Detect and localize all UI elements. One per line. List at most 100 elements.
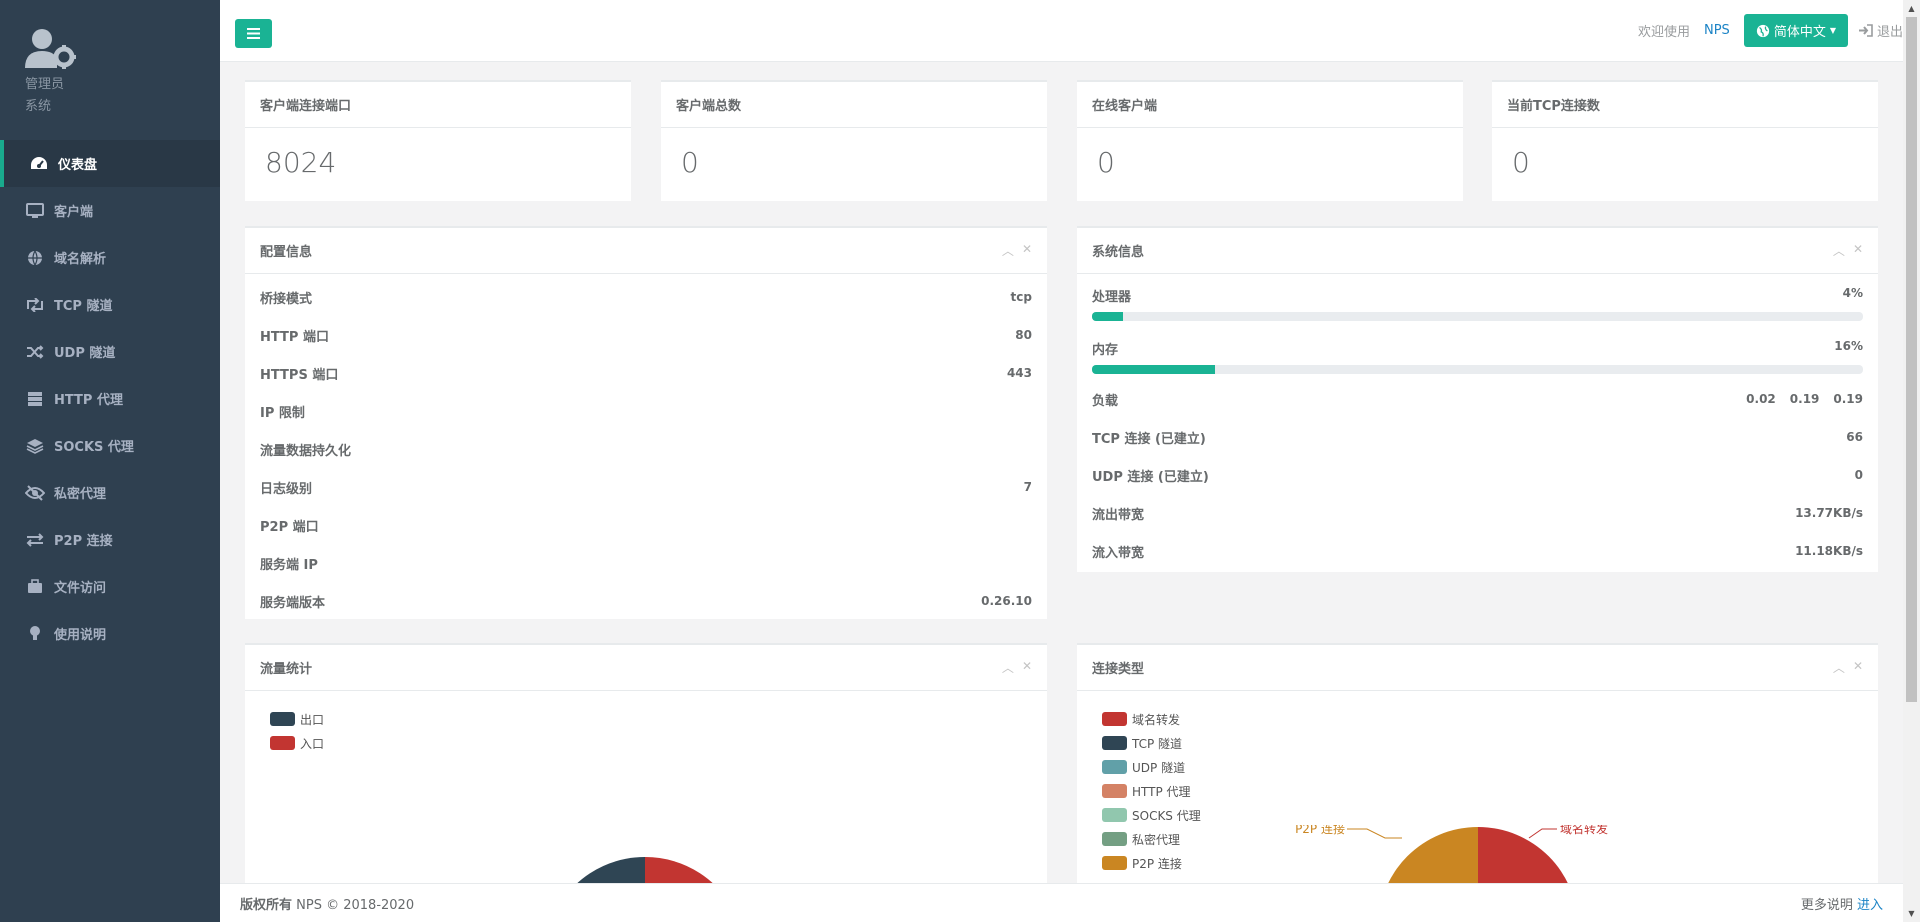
legend-item[interactable]: TCP 隧道: [1102, 731, 1853, 755]
panel-title: 系统信息: [1092, 245, 1145, 260]
load-1: 0.02: [1746, 392, 1776, 406]
config-row: 流量数据持久化: [245, 430, 1047, 468]
system-label: 流出带宽: [1092, 507, 1145, 523]
stat-value: 0: [1097, 146, 1115, 179]
dashboard-icon: [29, 154, 49, 174]
system-value: 0: [1854, 468, 1863, 482]
sidebar-item-domain[interactable]: 域名解析: [0, 234, 220, 281]
close-icon[interactable]: ✕: [1022, 242, 1032, 259]
language-dropdown[interactable]: 简体中文 ▼: [1743, 14, 1848, 47]
pie-slice-p2p[interactable]: [1378, 827, 1478, 885]
legend-item[interactable]: 入口: [270, 731, 1022, 755]
memory-label: 内存: [1092, 343, 1119, 358]
sidebar-item-http-proxy[interactable]: HTTP 代理: [0, 375, 220, 422]
language-label: 简体中文: [1773, 25, 1826, 40]
config-row: 服务端 IP: [245, 544, 1047, 582]
system-row: 流出带宽 13.77KB/s: [1077, 494, 1878, 532]
sidebar-item-files[interactable]: 文件访问: [0, 563, 220, 610]
sidebar-item-label: 客户端: [54, 205, 94, 220]
legend-item[interactable]: 出口: [270, 707, 1022, 731]
legend-swatch: [270, 736, 295, 750]
sidebar-item-label: HTTP 代理: [54, 393, 123, 408]
sidebar-item-private-proxy[interactable]: 私密代理: [0, 469, 220, 516]
stat-value: 0: [1512, 146, 1530, 179]
eye-slash-icon: [25, 483, 45, 503]
pie-slice-out[interactable]: [553, 856, 645, 885]
sidebar-item-dashboard[interactable]: 仪表盘: [0, 140, 220, 187]
close-icon[interactable]: ✕: [1853, 659, 1863, 676]
system-label: TCP 连接 (已建立): [1092, 431, 1206, 447]
chevron-up-icon[interactable]: ︿: [1833, 659, 1845, 676]
pie-slice-in[interactable]: [645, 856, 737, 885]
sidebar-item-clients[interactable]: 客户端: [0, 187, 220, 234]
legend-swatch: [1102, 736, 1127, 750]
sidebar-item-help[interactable]: 使用说明: [0, 610, 220, 657]
legend-item[interactable]: 域名转发: [1102, 707, 1853, 731]
config-row: P2P 端口: [245, 506, 1047, 544]
chevron-up-icon[interactable]: ︿: [1002, 659, 1014, 676]
legend-item[interactable]: UDP 隧道: [1102, 755, 1853, 779]
enter-link[interactable]: 进入: [1857, 898, 1883, 913]
chevron-up-icon[interactable]: ︿: [1833, 242, 1845, 259]
config-label: 服务端版本: [260, 595, 326, 611]
profile-name: 管理员: [25, 77, 65, 92]
config-value: 0.26.10: [981, 594, 1032, 608]
logout-link[interactable]: 退出: [1858, 21, 1903, 40]
config-label: HTTP 端口: [260, 329, 329, 345]
conn-type-panel: 连接类型 ︿ ✕ 域名转发 TCP 隧道 UDP 隧道 HTTP 代理 SOCKS 代理私…: [1077, 643, 1878, 922]
sidebar-item-label: 私密代理: [54, 487, 107, 502]
globe-icon: [25, 248, 45, 268]
cpu-row: 处理器 4%: [1077, 274, 1878, 327]
stat-box-clients-total: 客户端总数 0: [661, 80, 1047, 201]
system-label: 流入带宽: [1092, 545, 1145, 561]
scroll-down-arrow-icon[interactable]: ▼: [1903, 905, 1920, 922]
sidebar-item-tcp[interactable]: TCP 隧道: [0, 281, 220, 328]
top-navbar: 欢迎使用 NPS 简体中文 ▼ 退出: [220, 0, 1903, 62]
briefcase-icon: [25, 577, 45, 597]
legend-swatch: [270, 712, 295, 726]
legend-label: 出口: [300, 712, 325, 727]
stat-title: 客户端总数: [676, 99, 742, 114]
load-5: 0.19: [1789, 392, 1820, 406]
close-icon[interactable]: ✕: [1853, 242, 1863, 259]
traffic-pie: [553, 856, 737, 885]
stat-box-port: 客户端连接端口 8024: [245, 80, 631, 201]
conn-type-pie: P2P 连接 域名转发: [1295, 825, 1608, 885]
menu-toggle-button[interactable]: [235, 19, 272, 48]
config-value: 443: [1006, 366, 1032, 380]
footer: 版权所有 NPS © 2018-2020 更多说明 进入: [220, 883, 1903, 922]
stat-title: 客户端连接端口: [260, 99, 352, 114]
legend-item[interactable]: HTTP 代理: [1102, 779, 1853, 803]
scroll-thumb[interactable]: [1906, 17, 1917, 702]
load-row: 负载 0.02 0.19 0.19: [1077, 380, 1878, 418]
config-value: 80: [1015, 328, 1032, 342]
nps-link[interactable]: NPS: [1704, 23, 1730, 38]
sidebar-item-socks[interactable]: SOCKS 代理: [0, 422, 220, 469]
navbar-right: 欢迎使用 NPS 简体中文 ▼ 退出: [1638, 14, 1903, 47]
sidebar-item-label: 文件访问: [54, 581, 107, 596]
system-row: 流入带宽 11.18KB/s: [1077, 532, 1878, 570]
legend-swatch: [1102, 712, 1127, 726]
p2p-label-line: [1347, 828, 1402, 839]
sidebar-item-udp[interactable]: UDP 隧道: [0, 328, 220, 375]
system-row: UDP 连接 (已建立) 0: [1077, 456, 1878, 494]
panel-title: 流量统计: [260, 662, 313, 677]
domain-label-line: [1528, 828, 1557, 839]
scroll-up-arrow-icon[interactable]: ▲: [1903, 0, 1920, 17]
cpu-progress-bar: [1092, 312, 1863, 321]
stat-value: 0: [681, 146, 699, 179]
legend-item[interactable]: SOCKS 代理: [1102, 803, 1853, 827]
sidebar-item-p2p[interactable]: P2P 连接: [0, 516, 220, 563]
exchange-icon: [25, 530, 45, 550]
system-row: TCP 连接 (已建立) 66: [1077, 418, 1878, 456]
memory-progress-fill: [1092, 365, 1216, 374]
page-scrollbar[interactable]: ▲ ▼: [1903, 0, 1920, 922]
user-cog-icon[interactable]: [25, 28, 77, 72]
close-icon[interactable]: ✕: [1022, 659, 1032, 676]
copyright-text: NPS © 2018-2020: [296, 897, 415, 913]
config-label: 日志级别: [260, 481, 313, 497]
chevron-up-icon[interactable]: ︿: [1002, 242, 1014, 259]
copyright-bold: 版权所有: [240, 897, 293, 913]
cpu-value: 4%: [1842, 286, 1863, 300]
system-panel: 系统信息 ︿ ✕ 处理器 4% 内存 16% 负载 0.02 0.19 0.19 TC…: [1077, 226, 1878, 572]
